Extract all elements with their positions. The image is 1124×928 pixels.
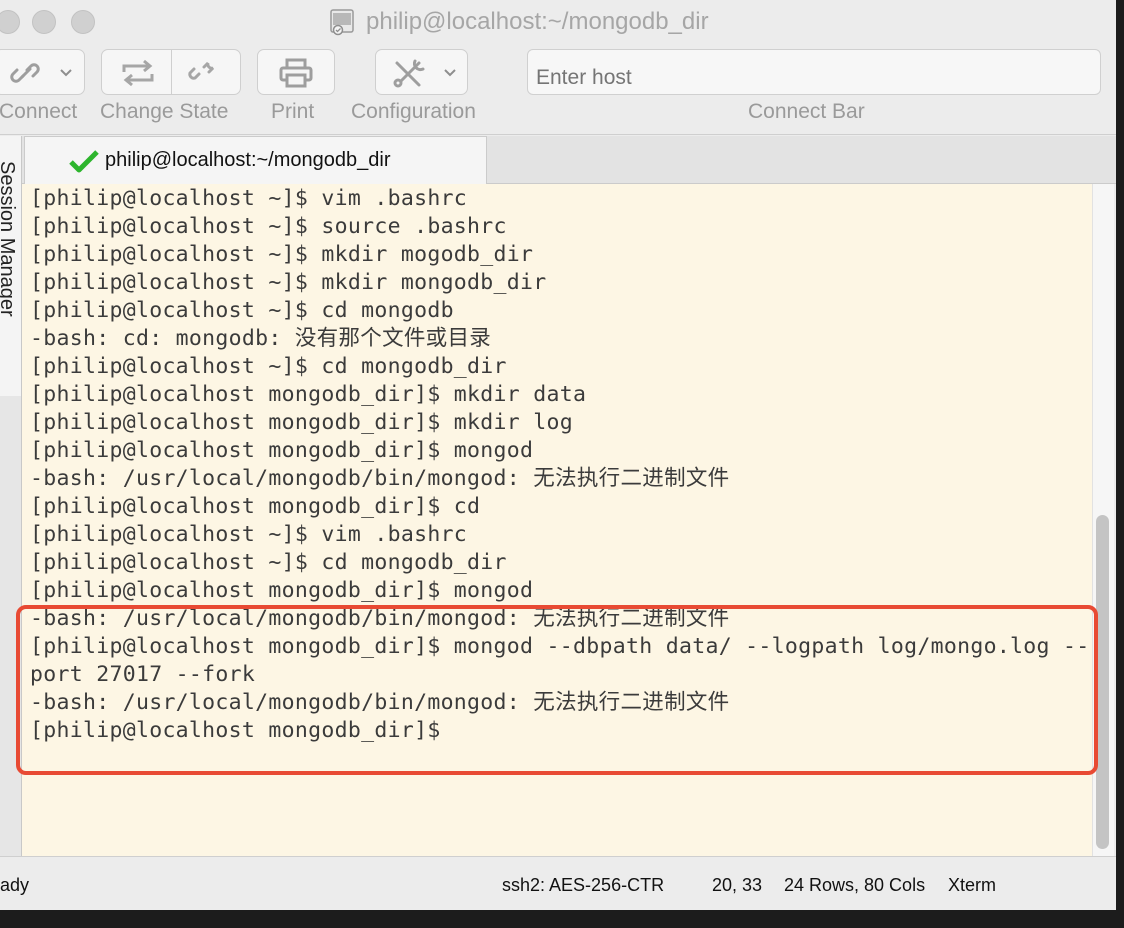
configuration-label: Configuration — [351, 100, 476, 123]
chevron-down-icon — [444, 69, 456, 77]
print-label: Print — [271, 100, 315, 123]
session-tab[interactable]: philip@localhost:~/mongodb_dir — [24, 136, 487, 184]
terminal-app-icon — [330, 9, 354, 36]
tab-bar: philip@localhost:~/mongodb_dir — [22, 136, 1116, 184]
change-state-button-group[interactable] — [101, 49, 241, 95]
connect-label: Connect — [0, 100, 78, 123]
terminal-line: [philip@localhost ~]$ source .bashrc — [30, 214, 507, 239]
print-button[interactable] — [257, 49, 335, 95]
connect-button[interactable] — [0, 49, 85, 95]
chevron-down-icon — [60, 69, 72, 77]
swap-icon — [122, 59, 154, 87]
title-bar: philip@localhost:~/mongodb_dir — [0, 0, 1116, 44]
status-encryption: ssh2: AES-256-CTR — [502, 875, 665, 895]
configuration-button[interactable] — [375, 49, 468, 95]
window-title: philip@localhost:~/mongodb_dir — [366, 8, 709, 35]
terminal-line: [philip@localhost ~]$ vim .bashrc — [30, 522, 468, 547]
terminal-line: [philip@localhost ~]$ cd mongodb — [30, 298, 454, 323]
status-cursor: 20, 33 — [712, 875, 763, 895]
change-state-label: Change State — [100, 100, 229, 123]
terminal-window: philip@localhost:~/mongodb_dir Connect C… — [0, 0, 1116, 910]
minimize-window-button[interactable] — [32, 10, 56, 34]
terminal-line: [philip@localhost mongodb_dir]$ cd — [30, 494, 481, 519]
status-bar: ady ssh2: AES-256-CTR 20, 33 24 Rows, 80… — [0, 856, 1116, 910]
terminal-line: [philip@localhost ~]$ vim .bashrc — [30, 186, 468, 211]
status-ready: ady — [0, 875, 30, 895]
status-size: 24 Rows, 80 Cols — [784, 875, 926, 895]
zoom-window-button[interactable] — [71, 10, 95, 34]
connect-bar-label: Connect Bar — [748, 100, 865, 123]
terminal-line: [philip@localhost mongodb_dir]$ mkdir da… — [30, 382, 587, 407]
session-manager-label: Session Manager — [0, 161, 18, 317]
terminal-line: [philip@localhost mongodb_dir]$ mkdir lo… — [30, 410, 574, 435]
terminal-line: [philip@localhost ~]$ cd mongodb_dir — [30, 354, 507, 379]
disconnect-icon — [188, 61, 215, 80]
terminal-line: [philip@localhost ~]$ mkdir mongodb_dir — [30, 270, 547, 295]
link-icon — [10, 63, 40, 83]
close-window-button[interactable] — [0, 10, 20, 34]
terminal-line: -bash: cd: mongodb: 没有那个文件或目录 — [30, 326, 492, 351]
terminal-line: [philip@localhost mongodb_dir]$ mongod — [30, 578, 534, 603]
printer-icon — [279, 58, 313, 88]
session-manager-tab[interactable]: Session Manager — [0, 136, 22, 396]
tools-icon — [393, 59, 425, 88]
terminal-line: [philip@localhost mongodb_dir]$ mongod — [30, 438, 534, 463]
toolbar: Connect Change State Print Configuration… — [0, 44, 1116, 135]
session-tab-title: philip@localhost:~/mongodb_dir — [105, 149, 391, 171]
terminal-line: [philip@localhost ~]$ cd mongodb_dir — [30, 550, 507, 575]
highlight-box — [16, 605, 1098, 775]
status-emulation: Xterm — [948, 875, 997, 895]
terminal-line: -bash: /usr/local/mongodb/bin/mongod: 无法… — [30, 466, 730, 491]
connected-check-icon — [69, 150, 99, 173]
terminal-line: [philip@localhost ~]$ mkdir mogodb_dir — [30, 242, 534, 267]
host-input[interactable] — [527, 49, 1101, 95]
button-divider — [171, 50, 172, 94]
